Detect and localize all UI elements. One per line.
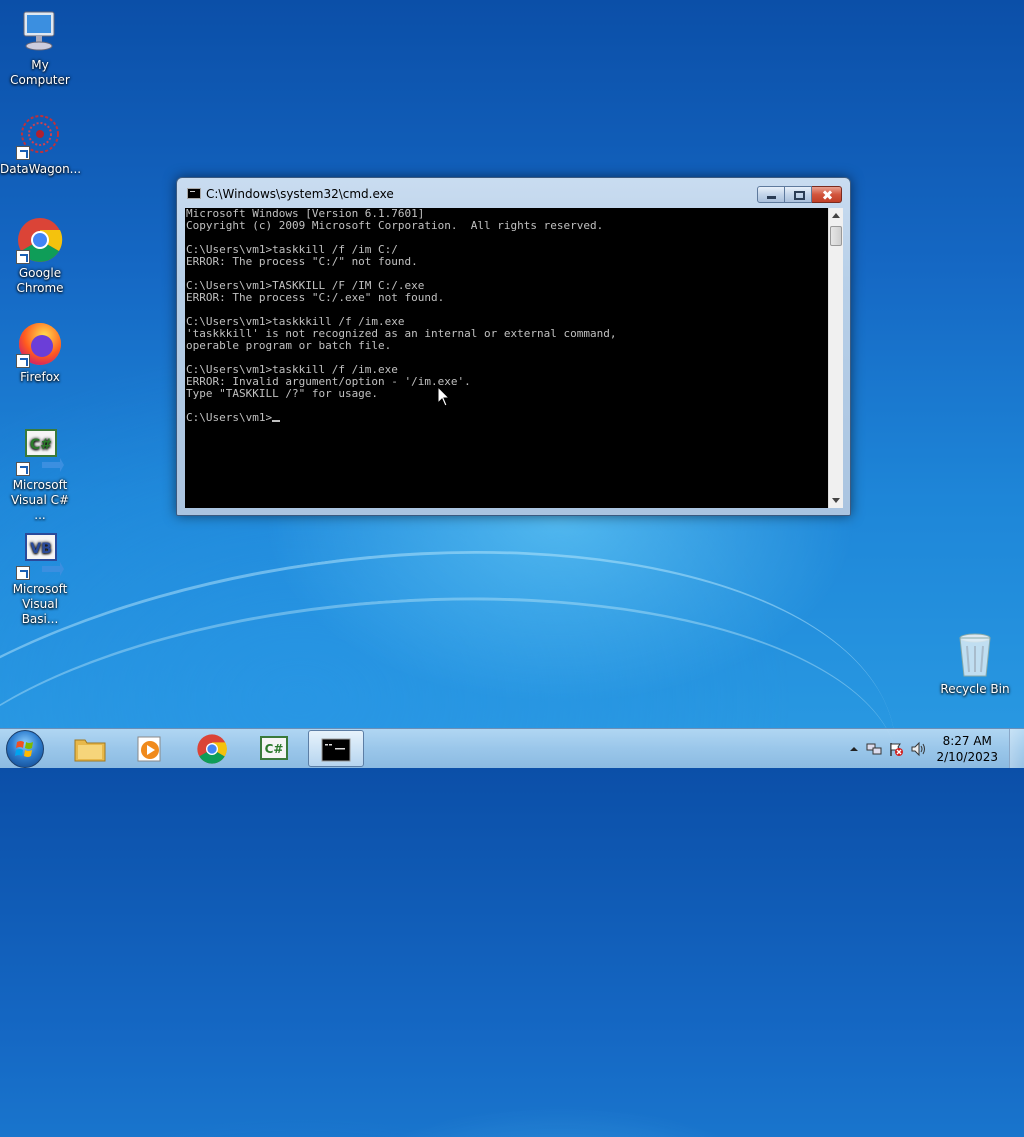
desktop-icon-label: Recycle Bin xyxy=(940,682,1010,696)
folder-icon xyxy=(74,739,106,762)
taskbar-visual-csharp[interactable]: C# xyxy=(246,730,302,767)
shortcut-arrow-icon xyxy=(16,354,30,368)
start-button[interactable] xyxy=(6,730,44,768)
console-text: Microsoft Windows [Version 6.1.7601] Cop… xyxy=(185,208,828,424)
media-player-icon xyxy=(137,736,161,762)
chrome-icon xyxy=(197,734,227,764)
desktop-icon-google-chrome[interactable]: Google Chrome xyxy=(0,216,80,296)
console-line: operable program or batch file. xyxy=(186,339,392,352)
recycle-bin-icon xyxy=(951,632,999,680)
taskbar-chrome[interactable] xyxy=(184,730,240,767)
svg-text:VB: VB xyxy=(30,541,52,557)
console-line: ERROR: The process "C:/.exe" not found. xyxy=(186,291,445,304)
desktop-icon-datawagon[interactable]: DataWagon... xyxy=(0,112,82,177)
windows-logo-icon xyxy=(15,741,33,757)
scroll-thumb[interactable] xyxy=(830,226,842,246)
desktop-icon-label: Microsoft Visual Basi... xyxy=(12,582,68,626)
my-computer-icon xyxy=(16,8,64,56)
show-desktop-button[interactable] xyxy=(1009,729,1024,768)
mouse-pointer-icon xyxy=(437,386,451,407)
chrome-icon xyxy=(16,216,64,264)
taskbar-media-player[interactable] xyxy=(122,730,178,767)
desktop-icon-visual-csharp[interactable]: C# Microsoft Visual C# ... xyxy=(0,428,80,523)
desktop-icon-visual-basic[interactable]: VB Microsoft Visual Basi... xyxy=(0,532,80,627)
window-title: C:\Windows\system32\cmd.exe xyxy=(206,187,394,201)
taskbar-command-prompt[interactable] xyxy=(308,730,364,767)
svg-text:C#: C# xyxy=(265,742,284,756)
visual-basic-icon: VB xyxy=(16,532,64,580)
desktop-icon-recycle-bin[interactable]: Recycle Bin xyxy=(935,632,1015,697)
svg-text:C#: C# xyxy=(30,437,52,453)
shortcut-arrow-icon xyxy=(16,250,30,264)
network-icon[interactable] xyxy=(866,741,882,757)
datawagon-icon xyxy=(16,112,64,160)
close-button[interactable] xyxy=(812,186,842,203)
console-line: Copyright (c) 2009 Microsoft Corporation… xyxy=(186,219,604,232)
desktop-icon-label: Firefox xyxy=(20,370,60,384)
desktop-icon-label: Microsoft Visual C# ... xyxy=(10,478,70,522)
shortcut-arrow-icon xyxy=(16,146,30,160)
volume-icon[interactable] xyxy=(910,741,926,757)
firefox-icon xyxy=(16,320,64,368)
clock-date: 2/10/2023 xyxy=(936,750,998,764)
minimize-button[interactable] xyxy=(757,186,785,203)
action-center-flag-icon[interactable] xyxy=(888,741,904,757)
console-prompt: C:\Users\vm1> xyxy=(186,411,273,424)
text-cursor xyxy=(272,420,281,422)
taskbar-explorer[interactable] xyxy=(62,730,118,767)
visual-csharp-icon: C# xyxy=(260,736,288,760)
console-output[interactable]: Microsoft Windows [Version 6.1.7601] Cop… xyxy=(185,208,828,508)
shortcut-arrow-icon xyxy=(16,462,30,476)
show-hidden-icons-chevron-up-icon[interactable] xyxy=(849,744,859,754)
maximize-button[interactable] xyxy=(785,186,812,203)
shortcut-arrow-icon xyxy=(16,566,30,580)
desktop-icon-my-computer[interactable]: My Computer xyxy=(0,8,80,88)
console-line: Type "TASKKILL /?" for usage. xyxy=(186,387,379,400)
system-tray: 8:27 AM 2/10/2023 xyxy=(834,729,1024,769)
vertical-scrollbar[interactable] xyxy=(828,208,843,508)
cmd-icon xyxy=(187,188,201,199)
desktop-icon-label: My Computer xyxy=(10,58,70,87)
clock-time: 8:27 AM xyxy=(942,734,992,748)
clock[interactable]: 8:27 AM 2/10/2023 xyxy=(936,733,998,765)
desktop-icon-label: Google Chrome xyxy=(16,266,64,295)
title-bar[interactable]: C:\Windows\system32\cmd.exe xyxy=(177,178,850,208)
caption-buttons xyxy=(757,186,842,203)
scroll-down-arrow-icon[interactable] xyxy=(832,498,840,503)
desktop-icon-label: DataWagon... xyxy=(0,162,82,176)
visual-csharp-icon: C# xyxy=(16,428,64,476)
taskbar: C# 8:27 AM 2/10/2023 xyxy=(0,728,1024,768)
command-prompt-icon xyxy=(321,738,351,762)
cmd-window[interactable]: C:\Windows\system32\cmd.exe Microsoft Wi… xyxy=(176,177,851,516)
scroll-up-arrow-icon[interactable] xyxy=(832,213,840,218)
console-line: ERROR: The process "C:/" not found. xyxy=(186,255,418,268)
desktop-icon-firefox[interactable]: Firefox xyxy=(0,320,80,385)
